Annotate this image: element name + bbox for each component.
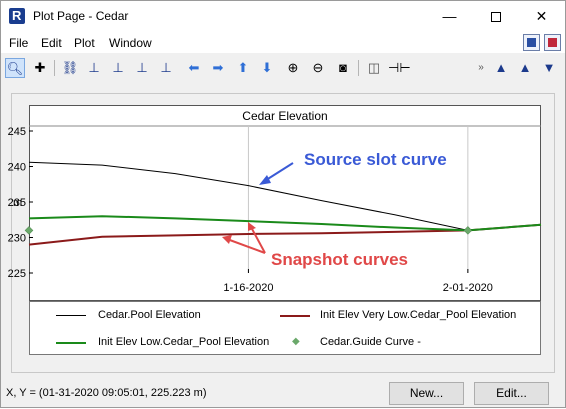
legend-swatch (56, 342, 86, 344)
snapshot-annotation: Snapshot curves (271, 250, 408, 269)
plot-window: R Plot Page - Cedar — ✕ File Edit Plot W… (0, 0, 566, 408)
diamond-marker-icon: ◆ (292, 336, 300, 347)
guide-curve-marker (24, 226, 34, 235)
x-axis: 1-16-2020 2-01-2020 (223, 269, 493, 294)
legend-label: Init Elev Low.Cedar_Pool Elevation (98, 336, 270, 348)
legend-swatch (280, 315, 310, 317)
edit-button[interactable]: Edit... (474, 382, 549, 405)
snapshot-arrowhead (222, 235, 232, 244)
guide-curve-marker (463, 226, 473, 235)
y-axis-label: m (13, 197, 22, 209)
y-axis: 245240235230225m (8, 126, 33, 280)
y-tick-label: 225 (8, 268, 26, 280)
legend-label: Init Elev Very Low.Cedar_Pool Elevation (320, 309, 517, 321)
series-line (28, 215, 542, 232)
coordinate-readout: X, Y = (01-31-2020 09:05:01, 225.223 m) (6, 387, 207, 399)
new-button[interactable]: New... (389, 382, 464, 405)
legend-swatch (56, 315, 86, 316)
chart-series (24, 161, 542, 246)
y-tick-label: 240 (8, 162, 26, 174)
series-line (28, 161, 542, 231)
x-tick-label: 1-16-2020 (223, 282, 273, 294)
legend-label: Cedar.Guide Curve - (320, 336, 421, 348)
source-annotation: Source slot curve (304, 150, 447, 169)
series-line (28, 223, 542, 246)
x-tick-label: 2-01-2020 (443, 282, 493, 294)
source-arrowhead (259, 175, 271, 185)
y-tick-label: 245 (8, 126, 26, 138)
legend-label: Cedar.Pool Elevation (98, 309, 201, 321)
legend: Cedar.Pool Elevation Init Elev Very Low.… (29, 301, 541, 355)
annotations: Source slot curve Snapshot curves (222, 150, 447, 269)
y-tick-label: 230 (8, 233, 26, 245)
